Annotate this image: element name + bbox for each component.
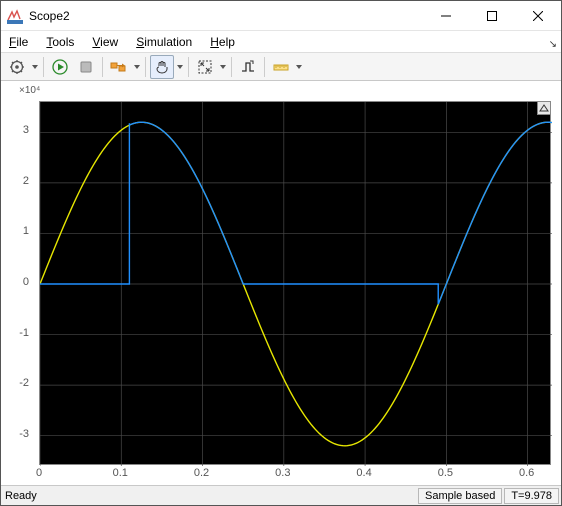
app-icon [7, 8, 23, 24]
x-tick-label: 0 [36, 467, 42, 479]
pan-dropdown[interactable] [176, 65, 184, 69]
plot-canvas [40, 102, 552, 466]
titlebar: Scope2 [1, 1, 561, 31]
close-button[interactable] [515, 1, 561, 31]
triggers-button[interactable] [236, 55, 260, 79]
x-tick-label: 0.1 [113, 467, 128, 479]
toolbar [1, 53, 561, 81]
menubar-corner-icon[interactable]: ↘ [549, 39, 557, 50]
y-tick-label: 1 [9, 225, 29, 237]
autoscale-dropdown[interactable] [219, 65, 227, 69]
x-tick-label: 0.6 [519, 467, 534, 479]
y-tick-label: 0 [9, 276, 29, 288]
separator [43, 57, 44, 77]
pan-button[interactable] [150, 55, 174, 79]
menubar: File Tools View Simulation Help ↘ [1, 31, 561, 53]
menu-simulation[interactable]: Simulation [132, 33, 196, 51]
separator [264, 57, 265, 77]
status-sample-mode: Sample based [418, 488, 502, 504]
separator [102, 57, 103, 77]
y-tick-label: 2 [9, 175, 29, 187]
y-tick-label: -2 [9, 377, 29, 389]
x-tick-label: 0.5 [438, 467, 453, 479]
configure-dropdown[interactable] [31, 65, 39, 69]
x-tick-label: 0.4 [356, 467, 371, 479]
step-dropdown[interactable] [133, 65, 141, 69]
y-exponent-label: ×10⁴ [19, 85, 40, 96]
menu-help[interactable]: Help [206, 33, 239, 51]
scope-window: Scope2 File Tools View Simulation Help ↘ [0, 0, 562, 506]
statusbar: Ready Sample based T=9.978 [1, 485, 561, 505]
stop-button[interactable] [74, 55, 98, 79]
autoscale-button[interactable] [193, 55, 217, 79]
separator [145, 57, 146, 77]
window-title: Scope2 [29, 9, 423, 23]
minimize-button[interactable] [423, 1, 469, 31]
measurements-button[interactable] [269, 55, 293, 79]
x-tick-label: 0.2 [194, 467, 209, 479]
menu-file[interactable]: File [5, 33, 32, 51]
y-tick-label: -1 [9, 327, 29, 339]
y-tick-label: 3 [9, 124, 29, 136]
configure-button[interactable] [5, 55, 29, 79]
menu-tools[interactable]: Tools [42, 33, 78, 51]
separator [231, 57, 232, 77]
y-tick-label: -3 [9, 428, 29, 440]
maximize-button[interactable] [469, 1, 515, 31]
menu-view[interactable]: View [88, 33, 122, 51]
x-tick-label: 0.3 [275, 467, 290, 479]
status-ready: Ready [1, 490, 418, 502]
step-button[interactable] [107, 55, 131, 79]
run-button[interactable] [48, 55, 72, 79]
separator [188, 57, 189, 77]
status-time: T=9.978 [504, 488, 559, 504]
legend-toggle-icon[interactable] [537, 101, 551, 115]
plot-container: ×10⁴ -3 -2 -1 0 1 2 3 0 0.1 0.2 0.3 0.4 0.5 0.6 [1, 81, 561, 485]
plot-axes[interactable] [39, 101, 551, 465]
measurements-dropdown[interactable] [295, 65, 303, 69]
